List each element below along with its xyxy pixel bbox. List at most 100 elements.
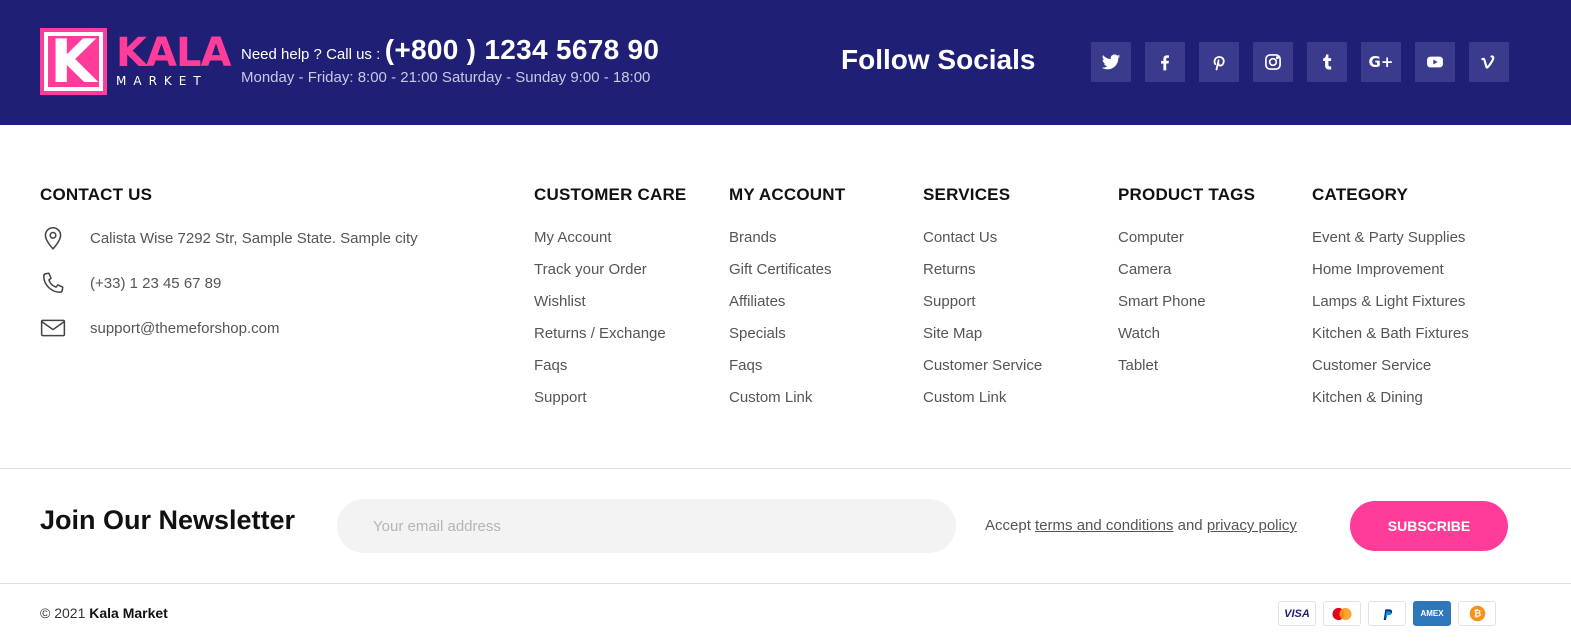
column-title: PRODUCT TAGS <box>1118 185 1256 204</box>
copyright-year: © 2021 <box>40 605 86 621</box>
vimeo-link[interactable] <box>1469 42 1509 82</box>
bitcoin-icon: ₿ <box>1458 601 1496 626</box>
footer-link[interactable]: Returns <box>923 260 1042 292</box>
my-account-links: Brands Gift Certificates Affiliates Spec… <box>729 228 845 420</box>
column-title: SERVICES <box>923 185 1011 204</box>
footer-link[interactable]: Customer Service <box>1312 356 1469 388</box>
paypal-mark <box>1383 608 1393 620</box>
facebook-link[interactable] <box>1145 42 1185 82</box>
footer-link[interactable]: Computer <box>1118 228 1255 260</box>
footer-link[interactable]: Kitchen & Dining <box>1312 388 1469 420</box>
amex-icon: AMEX <box>1413 601 1451 626</box>
google-plus-icon: G+ <box>1368 53 1394 71</box>
help-label: Need help ? Call us : <box>241 46 381 63</box>
customer-care-links: My Account Track your Order Wishlist Ret… <box>534 228 686 420</box>
contact-email: support@themeforshop.com <box>40 315 280 341</box>
services-links: Contact Us Returns Support Site Map Cust… <box>923 228 1042 420</box>
footer-link[interactable]: Contact Us <box>923 228 1042 260</box>
logo-word: KALA <box>116 30 231 76</box>
contact-address: Calista Wise 7292 Str, Sample State. Sam… <box>40 225 418 251</box>
contact-us-title: CONTACT US <box>40 185 153 204</box>
footer-link[interactable]: Faqs <box>729 356 845 388</box>
services-column: SERVICES Contact Us Returns Support Site… <box>923 185 1042 420</box>
tumblr-link[interactable] <box>1307 42 1347 82</box>
product-tags-links: Computer Camera Smart Phone Watch Tablet <box>1118 228 1255 388</box>
footer-link[interactable]: Site Map <box>923 324 1042 356</box>
footer-link[interactable]: Smart Phone <box>1118 292 1255 324</box>
terms-link[interactable]: terms and conditions <box>1035 517 1173 534</box>
map-pin-icon <box>44 227 62 250</box>
footer-link[interactable]: Event & Party Supplies <box>1312 228 1469 260</box>
footer-link[interactable]: Faqs <box>534 356 686 388</box>
footer-link[interactable]: Lamps & Light Fixtures <box>1312 292 1469 324</box>
vimeo-icon <box>1481 55 1495 69</box>
footer-link[interactable]: Support <box>534 388 686 420</box>
mastercard-circles <box>1332 607 1352 620</box>
contact-us-column: CONTACT US <box>40 185 152 205</box>
category-links: Event & Party Supplies Home Improvement … <box>1312 228 1469 420</box>
footer-link[interactable]: Specials <box>729 324 845 356</box>
my-account-column: MY ACCOUNT Brands Gift Certificates Affi… <box>729 185 845 420</box>
help-phone-number[interactable]: (+800 ) 1234 5678 90 <box>385 34 660 65</box>
column-title: CUSTOMER CARE <box>534 185 687 204</box>
svg-text:₿: ₿ <box>1473 609 1481 620</box>
footer-link[interactable]: Affiliates <box>729 292 845 324</box>
kala-market-logo[interactable]: K KALA MARKET <box>40 28 231 96</box>
social-links: G+ <box>1091 42 1509 82</box>
instagram-link[interactable] <box>1253 42 1293 82</box>
subscribe-button[interactable]: SUBSCRIBE <box>1350 501 1508 551</box>
pinterest-link[interactable] <box>1199 42 1239 82</box>
and-label: and <box>1177 517 1203 534</box>
payment-methods: VISA AMEX ₿ <box>1278 601 1496 626</box>
footer-link[interactable]: Support <box>923 292 1042 324</box>
phone-icon <box>43 272 64 293</box>
paypal-icon <box>1368 601 1406 626</box>
accept-label: Accept <box>985 517 1031 534</box>
twitter-link[interactable] <box>1091 42 1131 82</box>
logo-mark: K <box>40 28 107 95</box>
mastercard-icon <box>1323 601 1361 626</box>
bitcoin-mark: ₿ <box>1469 605 1485 622</box>
footer-link[interactable]: Custom Link <box>923 388 1042 420</box>
footer-link[interactable]: Home Improvement <box>1312 260 1469 292</box>
privacy-link[interactable]: privacy policy <box>1207 517 1297 534</box>
logo-subword: MARKET <box>116 74 208 88</box>
footer-link[interactable]: Track your Order <box>534 260 686 292</box>
pinterest-icon <box>1213 56 1225 71</box>
footer-link[interactable]: Customer Service <box>923 356 1042 388</box>
footer-link[interactable]: Brands <box>729 228 845 260</box>
follow-socials-title: Follow Socials <box>841 44 1036 75</box>
email-text[interactable]: support@themeforshop.com <box>90 320 280 337</box>
visa-icon: VISA <box>1278 601 1316 626</box>
footer-link[interactable]: Custom Link <box>729 388 845 420</box>
footer-top-bar: K KALA MARKET Need help ? Call us : (+80… <box>0 0 1571 125</box>
youtube-link[interactable] <box>1415 42 1455 82</box>
twitter-icon <box>1101 54 1121 70</box>
footer-link[interactable]: Camera <box>1118 260 1255 292</box>
newsletter-divider <box>0 468 1571 469</box>
youtube-icon <box>1427 56 1443 68</box>
help-contact: Need help ? Call us : (+800 ) 1234 5678 … <box>241 34 659 86</box>
footer-link[interactable]: Watch <box>1118 324 1255 356</box>
mail-icon <box>40 319 66 337</box>
footer-link[interactable]: Wishlist <box>534 292 686 324</box>
facebook-icon <box>1161 55 1169 71</box>
phone-text[interactable]: (+33) 1 23 45 67 89 <box>90 275 221 292</box>
footer-link[interactable]: Gift Certificates <box>729 260 845 292</box>
footer-link[interactable]: Kitchen & Bath Fixtures <box>1312 324 1469 356</box>
category-column: CATEGORY Event & Party Supplies Home Imp… <box>1312 185 1469 420</box>
address-text: Calista Wise 7292 Str, Sample State. Sam… <box>90 229 418 247</box>
footer-link[interactable]: Returns / Exchange <box>534 324 686 356</box>
footer-link[interactable]: My Account <box>534 228 686 260</box>
google-plus-link[interactable]: G+ <box>1361 42 1401 82</box>
help-line: Need help ? Call us : (+800 ) 1234 5678 … <box>241 34 659 66</box>
logo-mark-fill: K <box>48 32 99 92</box>
newsletter-email-input[interactable] <box>337 499 956 553</box>
copyright-company[interactable]: Kala Market <box>89 605 168 621</box>
bottom-divider <box>0 583 1571 584</box>
customer-care-column: CUSTOMER CARE My Account Track your Orde… <box>534 185 686 420</box>
column-title: CATEGORY <box>1312 185 1409 204</box>
newsletter-consent: Accept terms and conditions and privacy … <box>985 517 1297 534</box>
opening-hours: Monday - Friday: 8:00 - 21:00 Saturday -… <box>241 69 651 86</box>
footer-link[interactable]: Tablet <box>1118 356 1255 388</box>
